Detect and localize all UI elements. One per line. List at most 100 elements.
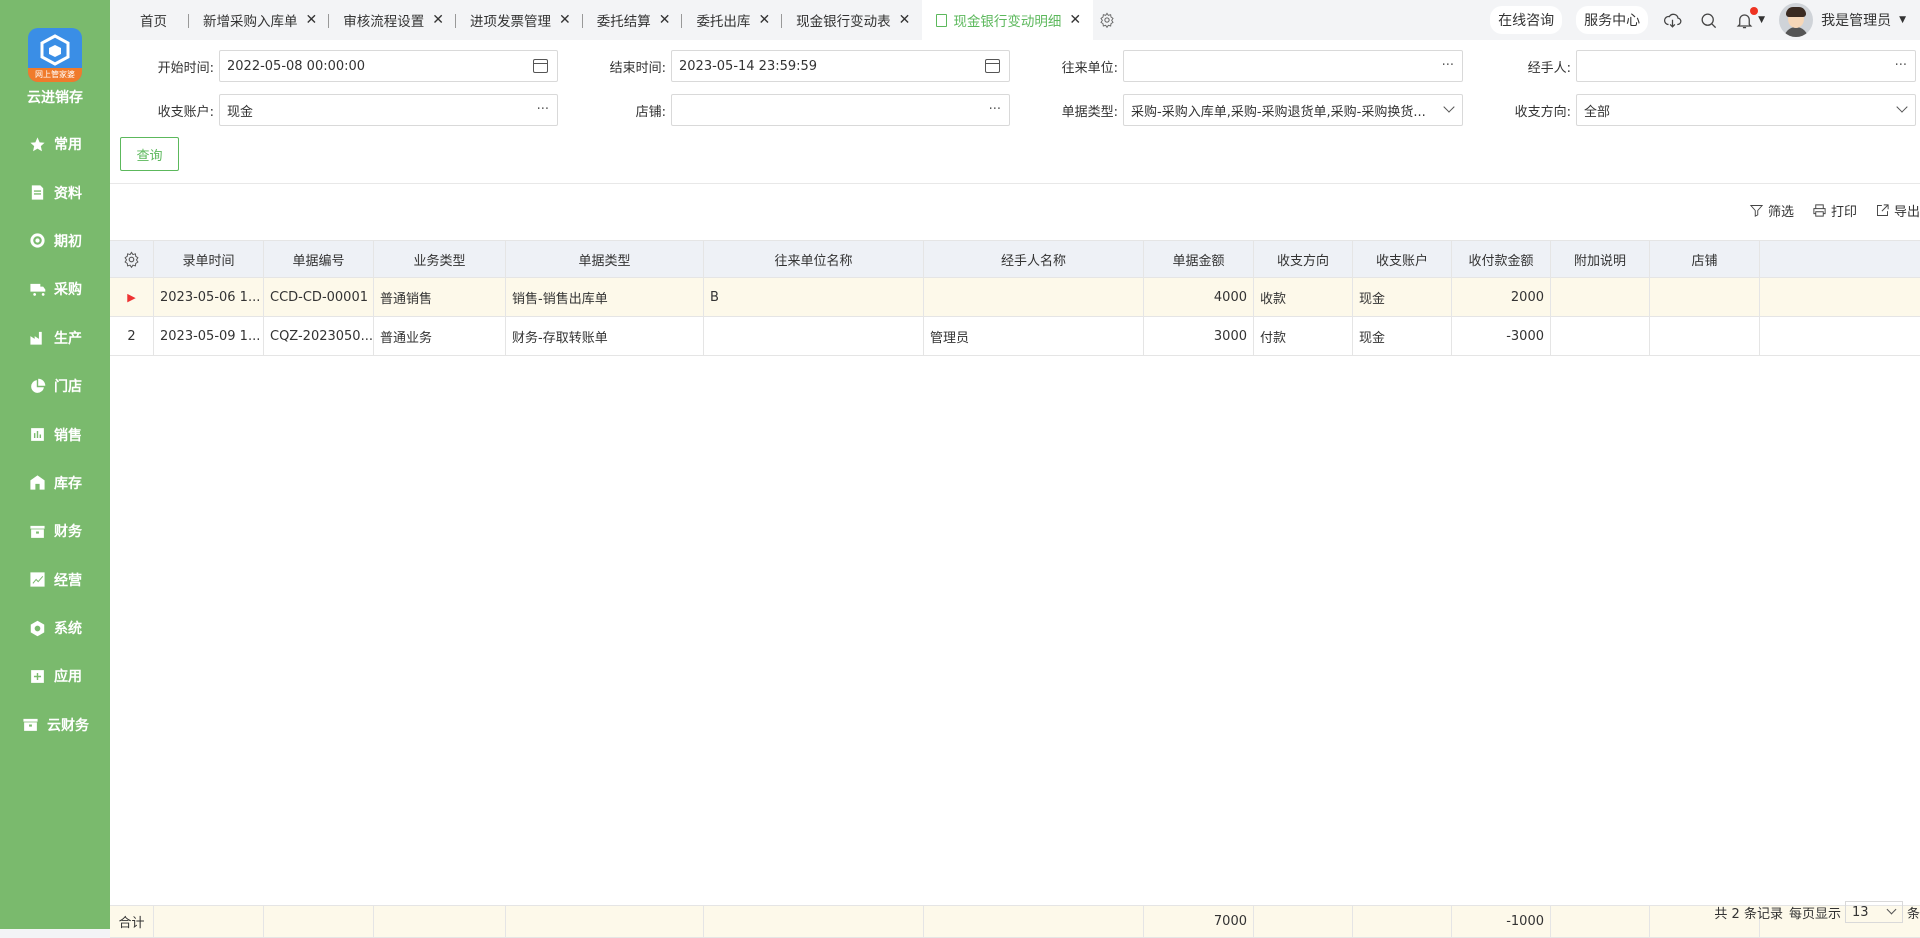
filter-row-1: 开始时间: 2022-05-08 00:00:00 结束时间: 2023-05-…: [110, 50, 1916, 82]
chevron-down-icon[interactable]: ▼: [1758, 15, 1765, 25]
col-header-filler: [1760, 240, 1920, 278]
cell-filler: [1760, 278, 1920, 317]
cell-partner: B: [704, 278, 924, 317]
tab-label: 委托结算: [596, 14, 651, 30]
tab-cash-bank-detail[interactable]: 现金银行变动明细 ✕: [922, 0, 1094, 40]
divider: [110, 183, 1920, 184]
cell-doc-type: 财务-存取转账单: [506, 317, 704, 356]
sidebar-item-opening[interactable]: 期初: [0, 217, 110, 265]
sidebar-item-production[interactable]: 生产: [0, 314, 110, 362]
cloud-download-icon[interactable]: [1662, 10, 1682, 30]
page-size-select[interactable]: 13: [1844, 901, 1903, 923]
account-input[interactable]: 现金 ···: [219, 94, 558, 126]
col-header-store[interactable]: 店铺: [1650, 240, 1760, 278]
close-icon[interactable]: ✕: [1069, 12, 1081, 28]
partner-label: 往来单位:: [1061, 60, 1118, 76]
user-menu[interactable]: 我是管理员 ▼: [1779, 3, 1906, 37]
more-icon[interactable]: ···: [989, 102, 1001, 117]
col-header-pay-amount[interactable]: 收付款金额: [1452, 240, 1551, 278]
tab-consignment-settlement[interactable]: 委托结算 ✕: [583, 0, 683, 40]
totals-cell: [1353, 905, 1452, 938]
tab-new-purchase-receipt[interactable]: 新增采购入库单 ✕: [189, 0, 330, 40]
partner-input[interactable]: ···: [1123, 50, 1463, 82]
export-button[interactable]: 导出: [1875, 201, 1920, 220]
tab-approval-flow[interactable]: 审核流程设置 ✕: [329, 0, 456, 40]
doc-type-select[interactable]: 采购-采购入库单,采购-采购退货单,采购-采购换货...: [1123, 94, 1463, 126]
col-header-amount[interactable]: 单据金额: [1144, 240, 1254, 278]
warehouse-icon: [28, 474, 46, 492]
direction-select[interactable]: 全部: [1576, 94, 1916, 126]
close-icon[interactable]: ✕: [432, 12, 444, 28]
target-icon: [28, 232, 46, 250]
tab-settings-gear-icon[interactable]: [1099, 12, 1115, 28]
sidebar-item-label: 应用: [54, 669, 82, 686]
col-header-entry-time[interactable]: 录单时间: [154, 240, 264, 278]
more-icon[interactable]: ···: [1895, 58, 1907, 73]
sidebar-item-label: 系统: [54, 621, 82, 638]
close-icon[interactable]: ✕: [758, 12, 770, 28]
col-header-partner[interactable]: 往来单位名称: [704, 240, 924, 278]
trend-icon: [28, 571, 46, 589]
sidebar-item-label: 库存: [54, 475, 82, 492]
table-row[interactable]: 2 2023-05-09 1... CQZ-2023050... 普通业务 财务…: [110, 317, 1920, 356]
tab-input-invoice[interactable]: 进项发票管理 ✕: [456, 0, 583, 40]
store-input[interactable]: ···: [671, 94, 1010, 126]
sidebar-item-purchase[interactable]: 采购: [0, 265, 110, 313]
more-icon[interactable]: ···: [1442, 58, 1454, 73]
close-icon[interactable]: ✕: [559, 12, 571, 28]
search-icon[interactable]: [1698, 10, 1718, 30]
bell-icon[interactable]: [1734, 7, 1759, 30]
sidebar-item-store[interactable]: 门店: [0, 362, 110, 410]
cell-doc-no[interactable]: CQZ-2023050...: [264, 317, 374, 356]
end-time-input[interactable]: 2023-05-14 23:59:59: [671, 50, 1010, 82]
per-page-label: 每页显示: [1788, 906, 1841, 922]
col-header-handler[interactable]: 经手人名称: [924, 240, 1144, 278]
col-header-doc-type[interactable]: 单据类型: [506, 240, 704, 278]
printer-icon: [1813, 203, 1826, 217]
export-label: 导出: [1893, 204, 1920, 220]
tab-home[interactable]: 首页: [110, 0, 189, 40]
close-icon[interactable]: ✕: [306, 12, 318, 28]
service-center-button[interactable]: 服务中心: [1576, 6, 1649, 34]
print-button[interactable]: 打印: [1812, 201, 1857, 220]
sidebar-item-data[interactable]: 资料: [0, 168, 110, 216]
sidebar-item-operations[interactable]: 经营: [0, 556, 110, 604]
handler-input[interactable]: ···: [1576, 50, 1916, 82]
document-icon: [936, 13, 948, 27]
app-logo[interactable]: 网上管家婆: [28, 28, 82, 82]
tab-label: 首页: [140, 14, 167, 30]
sidebar-item-finance[interactable]: 财务: [0, 507, 110, 555]
sidebar-item-inventory[interactable]: 库存: [0, 459, 110, 507]
more-icon[interactable]: ···: [537, 102, 549, 117]
col-header-note[interactable]: 附加说明: [1551, 240, 1650, 278]
sidebar-item-system[interactable]: 系统: [0, 604, 110, 652]
start-time-input[interactable]: 2022-05-08 00:00:00: [219, 50, 558, 82]
table-row[interactable]: ▶ 2023-05-06 1... CCD-CD-00001 普通销售 销售-销…: [110, 278, 1920, 317]
query-button[interactable]: 查询: [120, 137, 179, 171]
tab-consignment-outbound[interactable]: 委托出库 ✕: [682, 0, 783, 40]
tab-cash-bank-changes[interactable]: 现金银行变动表 ✕: [782, 0, 922, 40]
col-header-doc-no[interactable]: 单据编号: [264, 240, 374, 278]
col-header-account[interactable]: 收支账户: [1353, 240, 1452, 278]
col-header-direction[interactable]: 收支方向: [1254, 240, 1353, 278]
sidebar-item-cloud-finance[interactable]: 云财务: [0, 701, 110, 749]
close-icon[interactable]: ✕: [659, 12, 671, 28]
tab-label: 审核流程设置: [343, 14, 425, 30]
sidebar-item-common[interactable]: 常用: [0, 120, 110, 168]
column-settings-gear-icon[interactable]: [110, 240, 154, 278]
calendar-icon[interactable]: [985, 59, 1000, 73]
plus-icon: [28, 667, 46, 685]
cell-amount: 3000: [1144, 317, 1254, 356]
sidebar-item-apps[interactable]: 应用: [0, 652, 110, 700]
calendar-icon[interactable]: [533, 59, 548, 73]
filter-button[interactable]: 筛选: [1749, 201, 1794, 220]
cell-direction: 付款: [1254, 317, 1353, 356]
sidebar-item-sales[interactable]: 销售: [0, 410, 110, 458]
tab-strip: 首页 新增采购入库单 ✕ 审核流程设置 ✕ 进项发票管理 ✕ 委托结算 ✕ 委托出库 ✕ …: [110, 0, 1115, 40]
notification-dot: [1750, 7, 1759, 15]
cell-pay-amount: -3000: [1452, 317, 1551, 356]
online-consult-button[interactable]: 在线咨询: [1490, 6, 1563, 34]
close-icon[interactable]: ✕: [899, 12, 911, 28]
cell-doc-no[interactable]: CCD-CD-00001: [264, 278, 374, 317]
col-header-biz-type[interactable]: 业务类型: [374, 240, 506, 278]
